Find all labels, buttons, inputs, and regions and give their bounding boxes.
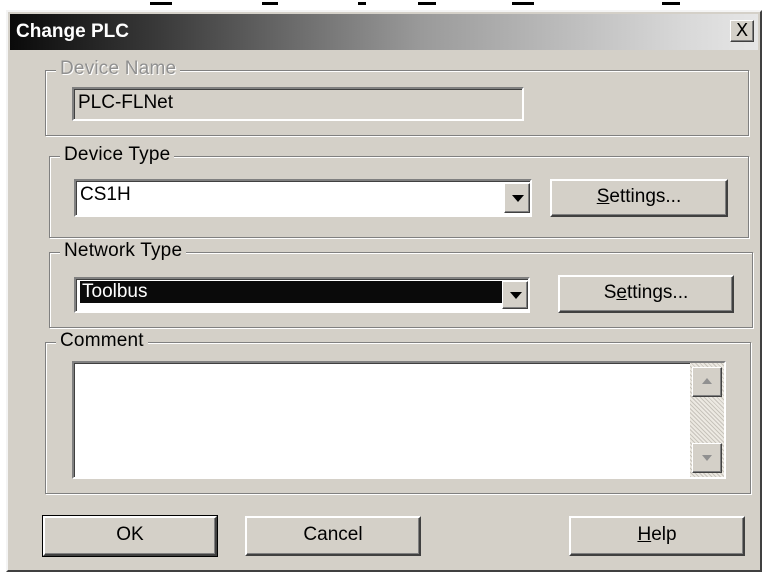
network-type-legend: Network Type [60,240,187,262]
scroll-up-button[interactable] [692,367,722,397]
comment-textarea[interactable] [72,361,726,479]
chevron-down-icon [512,195,524,202]
ok-button[interactable]: OK [42,515,218,557]
device-type-settings-button[interactable]: Settings... [550,179,728,217]
settings-button-label: Settings... [596,186,682,207]
network-type-group: Network Type Toolbus Settings... [49,240,753,328]
scroll-down-button[interactable] [692,443,722,473]
device-name-group: Device Name PLC-FLNet [45,58,749,136]
cancel-button[interactable]: Cancel [245,516,421,556]
device-name-legend: Device Name [56,58,181,80]
network-type-settings-button[interactable]: Settings... [558,275,734,313]
ok-button-label: OK [116,524,144,545]
cancel-button-label: Cancel [303,524,363,545]
comment-scrollbar[interactable] [690,363,724,477]
device-type-dropdown-button[interactable] [504,183,530,213]
comment-group: Comment [45,330,751,494]
device-name-value: PLC-FLNet [78,92,174,113]
help-button[interactable]: Help [569,516,745,556]
network-type-value: Toolbus [80,281,524,303]
network-type-dropdown-button[interactable] [502,281,528,309]
arrow-down-icon [702,455,712,461]
network-type-select[interactable]: Toolbus [74,277,530,313]
close-button[interactable]: X [730,20,754,42]
dialog-title: Change PLC [16,21,129,42]
settings-button-label: Settings... [603,282,689,303]
comment-legend: Comment [56,330,148,352]
chevron-down-icon [510,292,522,299]
close-icon: X [735,20,749,41]
device-name-field: PLC-FLNet [72,87,524,121]
change-plc-dialog: Change PLC X Device Name PLC-FLNet Devic… [6,10,762,572]
arrow-up-icon [702,378,712,384]
device-type-select[interactable]: CS1H [74,179,532,217]
device-type-group: Device Type CS1H Settings... [49,144,749,238]
top-edge-marks [0,0,768,10]
title-bar[interactable]: Change PLC X [10,14,758,50]
device-type-legend: Device Type [60,144,175,166]
device-type-value: CS1H [80,184,131,205]
help-button-label: Help [637,524,677,545]
